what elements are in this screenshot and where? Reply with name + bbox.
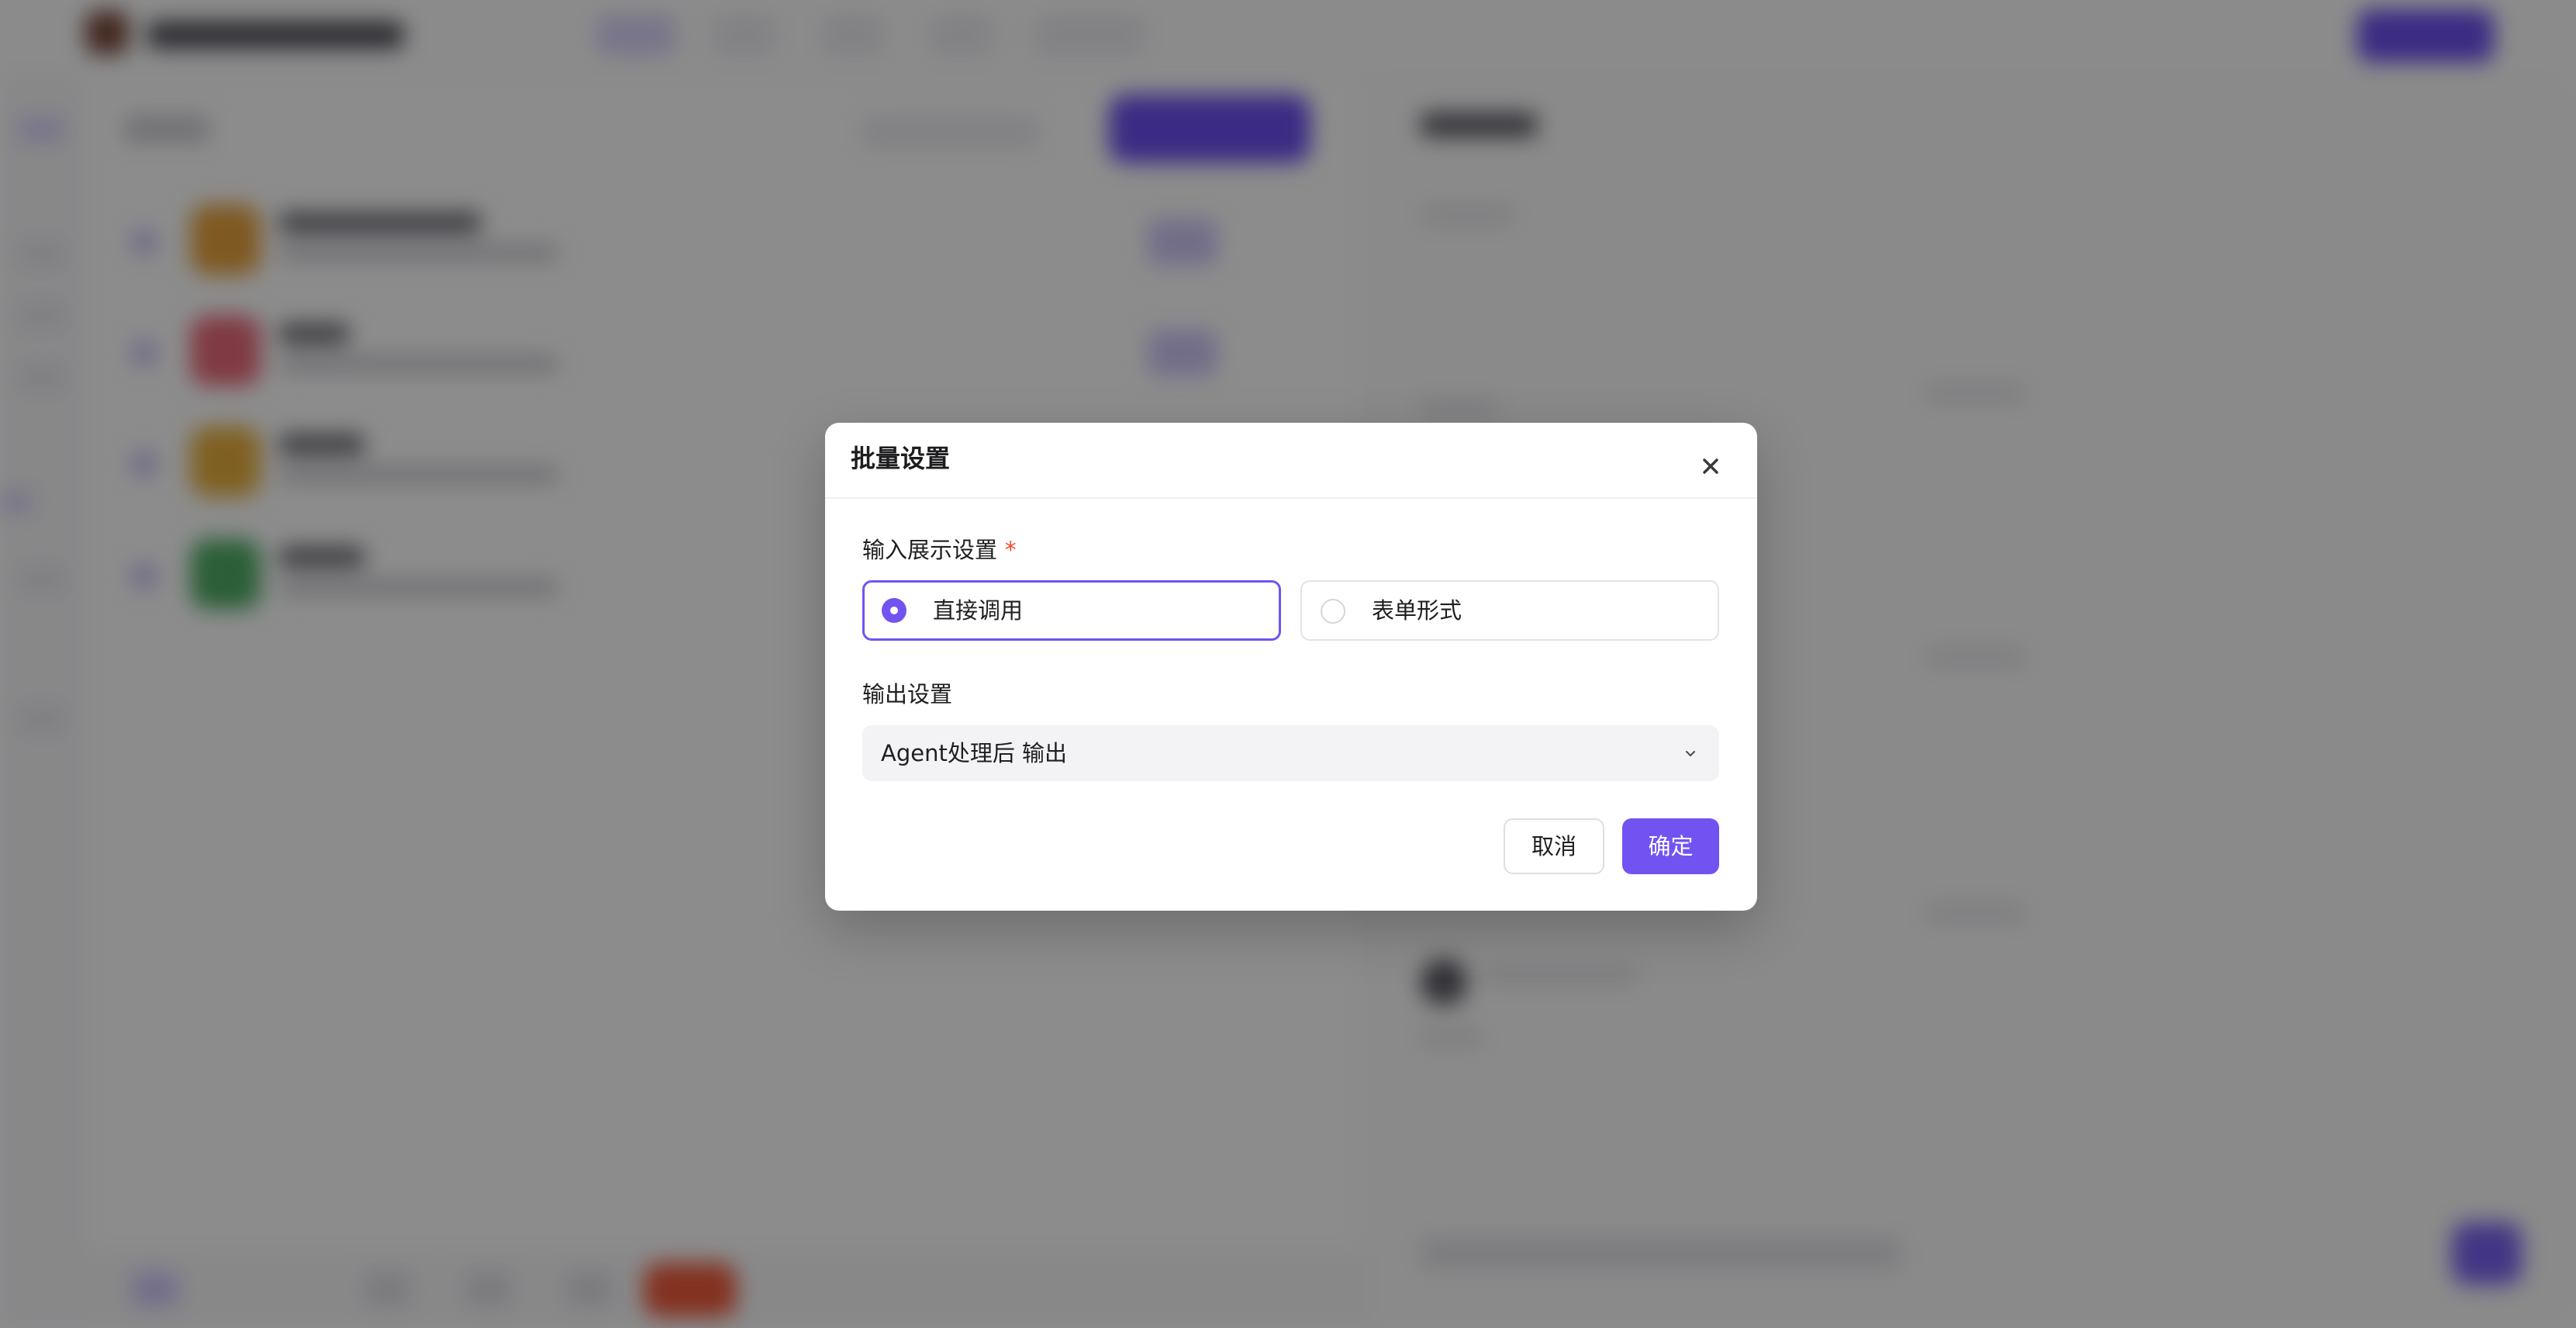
chevron-down-icon [1686,751,1695,756]
output-settings-label: 输出设置 [862,681,953,707]
confirm-button[interactable]: 确定 [1622,818,1719,874]
cancel-button[interactable]: 取消 [1504,818,1604,874]
dialog-header: 批量设置 [825,423,1757,499]
close-button[interactable] [1694,449,1728,483]
output-settings-select[interactable]: Agent处理后 输出 [862,725,1719,781]
radio-unchecked-icon [1321,599,1345,624]
required-mark: * [1005,537,1017,563]
radio-option-direct-call[interactable]: 直接调用 [862,580,1281,641]
radio-option-label: 直接调用 [933,597,1024,624]
batch-settings-dialog: 批量设置 输入展示设置 * 直接调用 表单形式 输出设置 Agent处理后 输出 … [825,423,1757,911]
radio-option-label: 表单形式 [1372,597,1462,624]
radio-checked-icon [882,598,906,623]
input-display-label: 输入展示设置 * [862,537,1017,563]
select-value: Agent处理后 输出 [881,740,1068,766]
radio-option-form[interactable]: 表单形式 [1300,580,1719,641]
close-icon [1703,458,1718,474]
dialog-title: 批量设置 [851,444,951,473]
